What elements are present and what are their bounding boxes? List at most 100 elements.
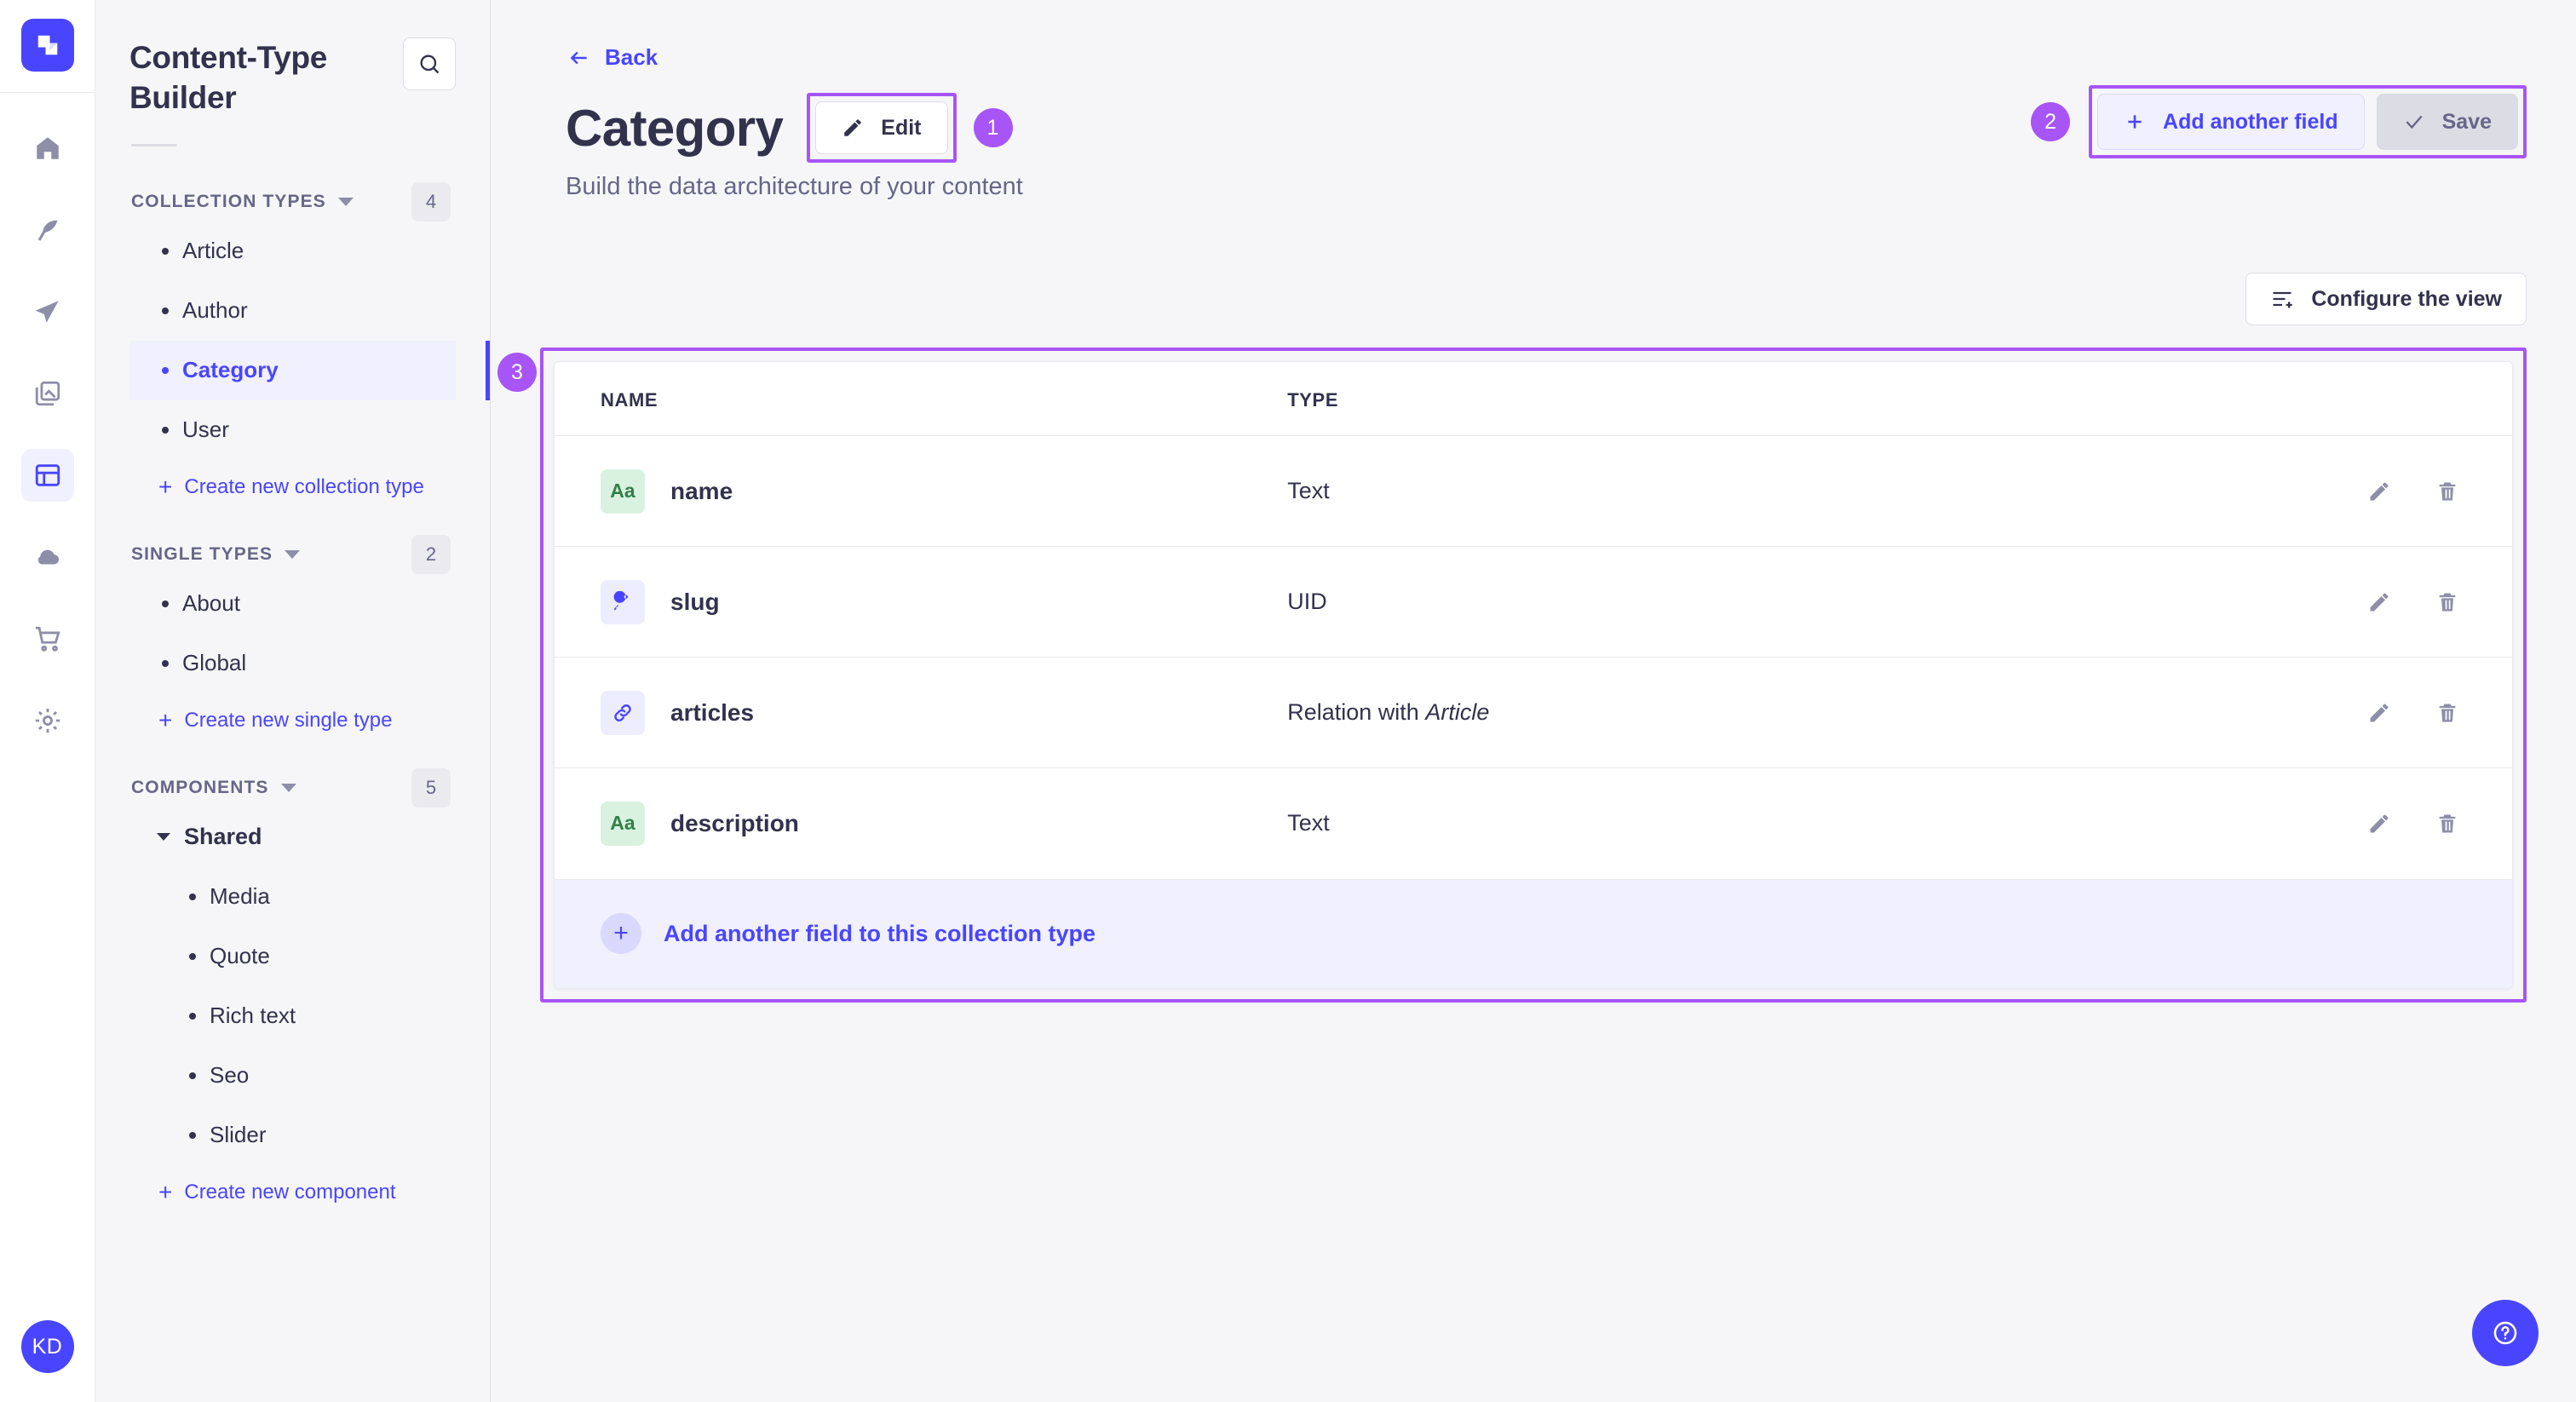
chevron-down-icon[interactable] [338,198,354,206]
column-header-name: NAME [555,362,1279,436]
sidebar-item-author[interactable]: Author [129,281,456,341]
content-type-builder-icon[interactable] [21,449,74,502]
paper-plane-icon[interactable] [21,285,74,338]
edit-button-highlight: Edit [807,93,956,163]
field-name-cell: Aa description [555,768,1279,879]
edit-field-button[interactable] [2367,590,2391,614]
cloud-icon[interactable] [21,531,74,583]
fields-table-highlight: 3 NAME TYPE Aa [540,348,2527,1003]
table-row[interactable]: Aa name Text [555,436,2512,547]
field-type: Text [1287,478,1330,503]
table-row[interactable]: articles Relation with Article [555,658,2512,768]
home-icon[interactable] [21,122,74,175]
edit-button[interactable]: Edit [815,101,947,154]
add-another-field-row[interactable]: + Add another field to this collection t… [555,879,2512,988]
chevron-down-icon [157,833,170,841]
chevron-down-icon[interactable] [285,550,300,559]
sidebar-title: Content-Type Builder [129,37,359,118]
media-library-icon[interactable] [21,367,74,420]
create-new-single-type-link[interactable]: + Create new single type [129,693,456,748]
delete-field-button[interactable] [2435,590,2459,614]
delete-field-button[interactable] [2435,480,2459,503]
collection-types-header[interactable]: COLLECTION TYPES 4 [129,182,456,221]
single-types-header[interactable]: SINGLE TYPES 2 [129,535,456,574]
settings-gear-icon[interactable] [21,694,74,747]
create-link-label: Create new collection type [184,475,423,499]
sidebar-item-slider[interactable]: Slider [129,1106,456,1165]
components-header[interactable]: COMPONENTS 5 [129,768,456,807]
configure-the-view-button[interactable]: Configure the view [2245,273,2527,325]
delete-field-button[interactable] [2435,701,2459,725]
pencil-icon [842,117,864,139]
chevron-down-icon[interactable] [281,784,296,792]
plus-icon: + [158,1181,172,1204]
field-name: description [670,810,799,837]
field-type-cell: Text [1279,768,2081,879]
create-link-label: Create new single type [184,709,392,733]
sidebar-item-global[interactable]: Global [129,634,456,693]
back-label: Back [605,44,658,71]
save-button[interactable]: Save [2377,94,2518,150]
search-icon[interactable] [403,37,456,90]
field-actions-cell [2081,658,2512,768]
field-type: UID [1287,589,1327,614]
sidebar-item-user[interactable]: User [129,400,456,460]
create-new-collection-type-link[interactable]: + Create new collection type [129,460,456,514]
table-row[interactable]: Aa description Text [555,768,2512,879]
column-header-type: TYPE [1279,362,2081,436]
sidebar-item-quote[interactable]: Quote [129,927,456,986]
sidebar-item-article[interactable]: Article [129,221,456,281]
marketplace-cart-icon[interactable] [21,612,74,665]
sidebar-item-label: About [182,590,240,617]
field-type-cell: UID [1279,547,2081,658]
field-name-cell: articles [555,658,1279,768]
bullet-icon [189,893,196,900]
annotation-badge-3: 3 [497,353,537,392]
table-header-row: NAME TYPE [555,362,2512,436]
text-field-icon: Aa [601,469,645,514]
component-group-shared[interactable]: Shared [129,807,456,867]
help-button[interactable] [2472,1300,2539,1366]
back-link[interactable]: Back [566,44,658,71]
fields-table: NAME TYPE Aa name [555,362,2512,879]
sidebar-item-media[interactable]: Media [129,867,456,927]
bullet-icon [189,953,196,960]
add-another-field-label: Add another field [2163,110,2338,135]
table-row[interactable]: slug UID [555,547,2512,658]
sidebar-item-label: User [182,417,229,443]
field-type: Relation with [1287,699,1425,725]
fields-table-card: NAME TYPE Aa name [554,361,2513,989]
pencil-icon [2367,701,2391,725]
sidebar-item-seo[interactable]: Seo [129,1046,456,1106]
list-settings-icon [2270,287,2294,311]
add-another-field-button[interactable]: Add another field [2097,94,2365,150]
page-actions: 2 Add another field Save [2031,85,2527,158]
feather-icon[interactable] [21,204,74,256]
field-type: Text [1287,810,1330,836]
edit-field-button[interactable] [2367,480,2391,503]
sidebar-group-components: COMPONENTS 5 Shared Media Quote Rich tex… [129,768,456,1220]
pencil-icon [2367,590,2391,614]
save-button-label: Save [2442,110,2492,135]
sidebar-item-label: Author [182,297,248,324]
sidebar-item-label: Category [182,357,279,383]
collection-types-label: COLLECTION TYPES [131,192,326,212]
pencil-icon [2367,480,2391,503]
sidebar-item-label: Rich text [210,1003,296,1029]
trash-icon [2435,812,2459,836]
sidebar-group-collection-types: COLLECTION TYPES 4 Article Author Catego… [129,182,456,514]
sidebar-item-category[interactable]: Category [129,341,456,400]
field-actions-cell [2081,436,2512,547]
edit-field-button[interactable] [2367,701,2391,725]
field-type-cell: Text [1279,436,2081,547]
avatar[interactable]: KD [21,1320,74,1373]
field-type-cell: Relation with Article [1279,658,2081,768]
strapi-logo-icon[interactable] [21,19,74,72]
trash-icon [2435,480,2459,503]
sidebar-item-about[interactable]: About [129,574,456,634]
sidebar-item-rich-text[interactable]: Rich text [129,986,456,1046]
uid-key-icon [601,580,645,624]
delete-field-button[interactable] [2435,812,2459,836]
create-new-component-link[interactable]: + Create new component [129,1165,456,1220]
edit-field-button[interactable] [2367,812,2391,836]
